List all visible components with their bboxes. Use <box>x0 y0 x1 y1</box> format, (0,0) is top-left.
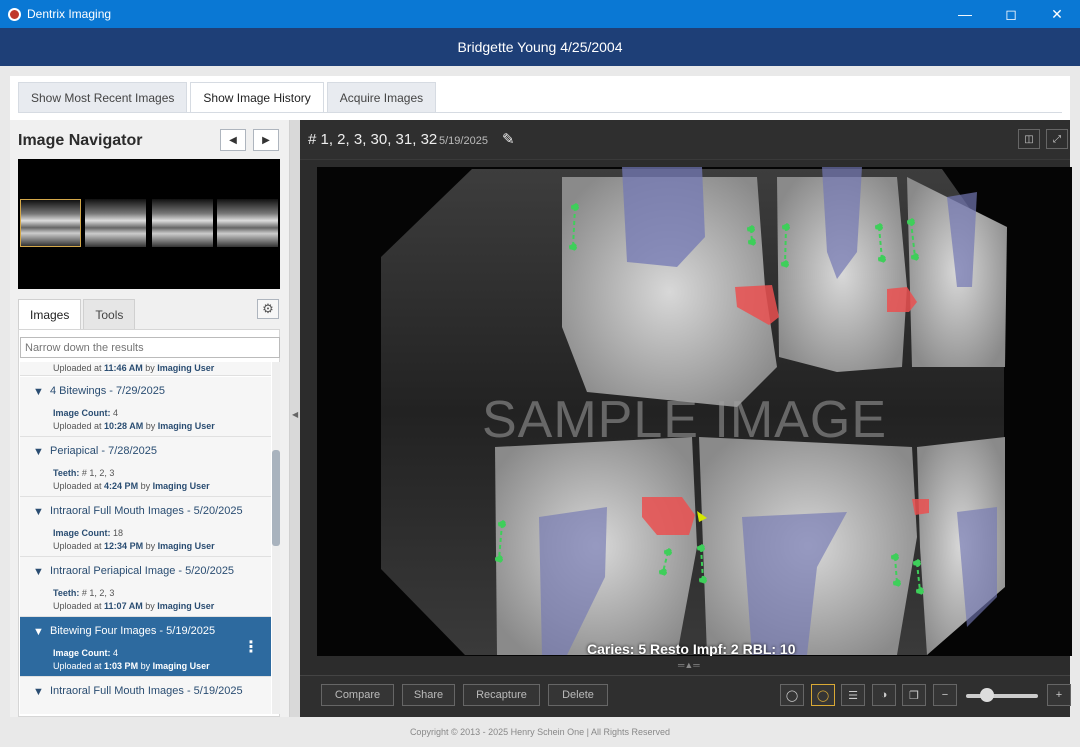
thumbnail[interactable] <box>152 199 213 247</box>
item-title: Periapical - 7/28/2025 <box>50 445 158 457</box>
view-tabs: Show Most Recent Images Show Image Histo… <box>18 82 437 112</box>
tooth-icon: ▼ <box>33 566 44 578</box>
adjustments-icon[interactable]: ☰ <box>841 684 865 706</box>
item-detail: Image Count: 4 <box>53 648 119 658</box>
item-detail: Image Count: 4 <box>53 408 119 418</box>
image-viewer: # 1, 2, 3, 30, 31, 32 5/19/2025 ✎ ◫ ⤢ SA… <box>300 120 1072 717</box>
minimize-icon[interactable]: — <box>942 0 988 28</box>
item-detail: Teeth: # 1, 2, 3 <box>53 588 115 598</box>
tooth-outline-icon[interactable]: ◯ <box>780 684 804 706</box>
image-date: 5/19/2025 <box>439 135 488 147</box>
window-title: Dentrix Imaging <box>27 7 112 21</box>
upload-info: Uploaded at 12:34 PM by Imaging User <box>53 541 215 551</box>
tab-acquire-images[interactable]: Acquire Images <box>326 82 437 112</box>
next-arrow-icon[interactable]: ▶ <box>253 129 279 151</box>
findings-summary: Caries: 5 Resto Impf: 2 RBL: 10 <box>587 641 796 656</box>
tab-divider <box>18 112 1062 113</box>
split-view-icon[interactable]: ◫ <box>1018 129 1040 149</box>
tooth-icon: ▼ <box>33 506 44 518</box>
zoom-in-button[interactable]: + <box>1047 684 1071 706</box>
zoom-slider-thumb[interactable] <box>980 688 994 702</box>
splitter-grip-icon[interactable]: ◀ <box>292 410 298 419</box>
tooth-icon: ▼ <box>33 686 44 698</box>
list-item[interactable]: Uploaded at 11:46 AM by Imaging User <box>20 362 271 376</box>
image-navigator-panel: Image Navigator ◀ ▶ Images Tools ⚙ Uploa… <box>10 120 290 717</box>
watermark: SAMPLE IMAGE <box>482 391 887 449</box>
list-item[interactable]: ▼ Intraoral Full Mouth Images - 5/20/202… <box>20 497 271 557</box>
xray-image[interactable]: SAMPLE IMAGE Caries: 5 Resto Impf: 2 RBL… <box>317 167 1072 656</box>
upload-info: Uploaded at 10:28 AM by Imaging User <box>53 421 215 431</box>
image-history-list: Uploaded at 11:46 AM by Imaging User ▼ 4… <box>20 362 271 714</box>
upload-info: Uploaded at 11:07 AM by Imaging User <box>53 601 215 611</box>
tooth-annotation-icon[interactable]: ◯ <box>811 684 835 706</box>
list-item-selected[interactable]: ▼ Bitewing Four Images - 5/19/2025 Image… <box>20 617 271 677</box>
item-title: Intraoral Periapical Image - 5/20/2025 <box>50 565 235 577</box>
search-input[interactable] <box>20 337 280 358</box>
contrast-icon[interactable]: ◑ <box>872 684 896 706</box>
patient-name: Bridgette Young 4/25/2004 <box>457 39 623 55</box>
compare-button[interactable]: Compare <box>321 684 394 706</box>
item-detail: Image Count: 18 <box>53 528 124 538</box>
recapture-button[interactable]: Recapture <box>463 684 540 706</box>
scrollbar-thumb[interactable] <box>272 450 280 546</box>
list-item[interactable]: ▼ Intraoral Full Mouth Images - 5/19/202… <box>20 677 271 714</box>
tooth-icon: ▼ <box>33 446 44 458</box>
upload-info: Uploaded at 1:03 PM by Imaging User <box>53 661 210 671</box>
item-title: Intraoral Full Mouth Images - 5/20/2025 <box>50 505 243 517</box>
list-scrollbar[interactable] <box>272 362 280 714</box>
panel-splitter[interactable]: ◀ <box>290 120 300 717</box>
delete-button[interactable]: Delete <box>548 684 608 706</box>
copyright-footer: Copyright © 2013 - 2025 Henry Schein One… <box>409 727 671 737</box>
item-detail: Teeth: # 1, 2, 3 <box>53 468 115 478</box>
tab-image-history[interactable]: Show Image History <box>190 82 324 112</box>
teeth-title: # 1, 2, 3, 30, 31, 32 <box>308 131 438 148</box>
fullscreen-icon[interactable]: ⤢ <box>1046 129 1068 149</box>
thumbnail[interactable] <box>85 199 146 247</box>
upload-info: Uploaded at 4:24 PM by Imaging User <box>53 481 210 491</box>
item-title: Intraoral Full Mouth Images - 5/19/2025 <box>50 685 243 697</box>
tab-images[interactable]: Images <box>18 299 82 329</box>
gear-icon[interactable]: ⚙ <box>257 299 279 319</box>
thumbnail[interactable] <box>20 199 81 247</box>
thumbnail[interactable] <box>217 199 278 247</box>
list-item[interactable]: ▼ Intraoral Periapical Image - 5/20/2025… <box>20 557 271 617</box>
copy-icon[interactable]: ❐ <box>902 684 926 706</box>
navigator-title: Image Navigator <box>18 132 143 149</box>
navigator-subtabs: Images Tools <box>18 299 136 329</box>
list-item[interactable]: ▼ 4 Bitewings - 7/29/2025 Image Count: 4… <box>20 377 271 437</box>
viewer-header: # 1, 2, 3, 30, 31, 32 5/19/2025 ✎ ◫ ⤢ <box>300 120 1070 160</box>
item-title: Bitewing Four Images - 5/19/2025 <box>50 625 216 637</box>
thumbnail-strip <box>18 159 280 289</box>
panel-grip-icon[interactable]: ═▲═ <box>678 660 700 670</box>
app-logo-icon <box>8 7 21 21</box>
close-icon[interactable]: ✕ <box>1034 0 1080 28</box>
image-list-area: Uploaded at 11:46 AM by Imaging User ▼ 4… <box>18 329 280 717</box>
patient-header: Bridgette Young 4/25/2004 <box>0 28 1080 66</box>
title-bar: Dentrix Imaging — ◻ ✕ <box>0 0 1080 28</box>
prev-arrow-icon[interactable]: ◀ <box>220 129 246 151</box>
zoom-slider[interactable] <box>966 694 1038 698</box>
viewer-toolbar: Compare Share Recapture Delete ◯ ◯ ☰ ◑ ❐… <box>300 675 1071 717</box>
item-title: 4 Bitewings - 7/29/2025 <box>50 385 165 397</box>
edit-pencil-icon[interactable]: ✎ <box>502 130 515 148</box>
zoom-out-button[interactable]: − <box>933 684 957 706</box>
tab-most-recent[interactable]: Show Most Recent Images <box>18 82 188 112</box>
tab-tools[interactable]: Tools <box>83 299 136 329</box>
maximize-icon[interactable]: ◻ <box>988 0 1034 28</box>
tooth-icon: ▼ <box>33 386 44 398</box>
share-button[interactable]: Share <box>402 684 455 706</box>
upload-info: Uploaded at 11:46 AM by Imaging User <box>53 363 215 373</box>
more-options-icon[interactable]: ⋮ <box>243 637 259 657</box>
main-content: Show Most Recent Images Show Image Histo… <box>10 76 1072 717</box>
tooth-icon: ▼ <box>33 626 44 638</box>
list-item[interactable]: ▼ Periapical - 7/28/2025 Teeth: # 1, 2, … <box>20 437 271 497</box>
